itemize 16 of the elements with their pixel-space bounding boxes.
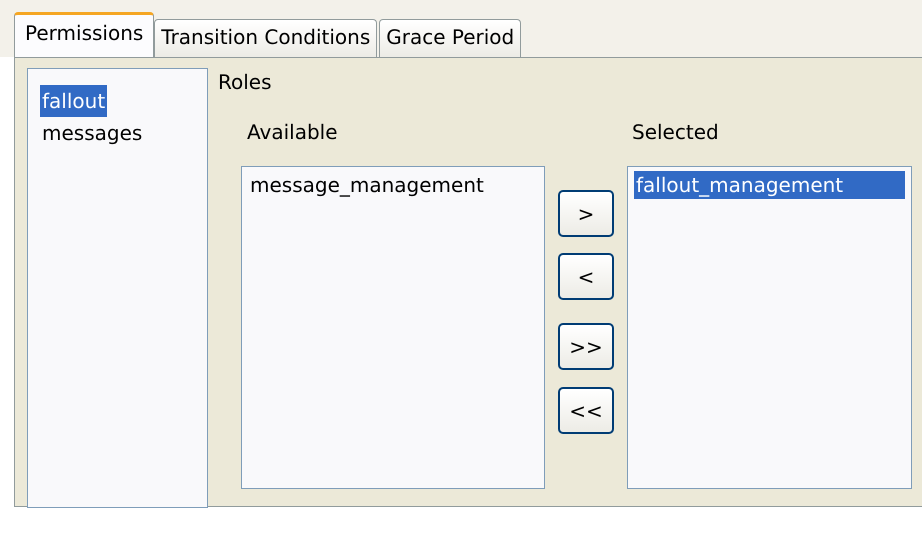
roles-label: Roles (218, 69, 273, 96)
move-button[interactable]: > (558, 190, 614, 237)
tab[interactable]: Transition Conditions (154, 19, 378, 57)
list-item[interactable]: messages (40, 117, 144, 149)
available-listbox[interactable]: message_management (241, 166, 545, 489)
selected-listbox[interactable]: fallout_management (627, 166, 912, 489)
move-button[interactable]: << (558, 387, 614, 434)
list-item[interactable]: fallout (40, 85, 108, 117)
move-button[interactable]: >> (558, 323, 614, 370)
list-item[interactable]: message_management (248, 171, 486, 199)
available-label: Available (247, 119, 339, 146)
selected-label: Selected (632, 119, 720, 146)
list-item[interactable]: fallout_management (634, 171, 905, 199)
move-button[interactable]: < (558, 253, 614, 300)
tab[interactable]: Grace Period (379, 19, 522, 57)
tab[interactable]: Permissions (14, 12, 154, 57)
